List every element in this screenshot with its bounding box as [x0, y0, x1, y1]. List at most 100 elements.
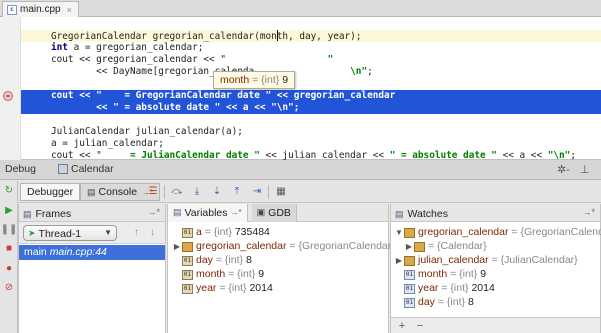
var-name: month [196, 268, 226, 280]
var-type: = {int} [437, 296, 466, 308]
pause-icon[interactable]: ❚❚ [1, 224, 18, 236]
thread-selector[interactable]: ➤ Thread-1 ▼ [23, 225, 117, 241]
thread-selector-label: Thread-1 [38, 227, 82, 240]
run-to-cursor-icon[interactable]: ⇥ [250, 185, 264, 199]
tree-row[interactable]: ▶ gregorian_calendar = {GregorianCalendar… [172, 240, 395, 253]
variables-pin-icon[interactable]: →* [231, 208, 242, 217]
var-type: = {GregorianCalenda [511, 226, 601, 238]
stop-icon[interactable]: ■ [3, 243, 15, 255]
var-type: = {Calendar} [428, 240, 487, 252]
breakpoint-icon[interactable] [3, 91, 13, 101]
editor-tab-label: main.cpp [20, 4, 61, 15]
tab-debugger[interactable]: Debugger [20, 183, 81, 201]
code-token: ; [367, 66, 373, 77]
debugger-tabs-row: Debugger ▤ Console →* ☰ ⤼ ⤓ ⇣ ⤒ ⇥ ▦ [18, 181, 601, 203]
tooltip-var-value: 9 [282, 74, 289, 86]
editor-tab-main-cpp[interactable]: c main.cpp × [2, 1, 79, 17]
hide-window-icon[interactable]: ⊥ [580, 163, 590, 176]
cpp-file-icon: c [7, 4, 17, 15]
show-execution-point-icon[interactable]: ☰ [146, 185, 160, 199]
thread-bar: ➤ Thread-1 ▼ ↑ ↓ [19, 222, 165, 244]
var-value: 735484 [234, 226, 270, 238]
tab-gdb[interactable]: ▣ GDB [251, 203, 297, 222]
frames-header: ▤ Frames →* [19, 204, 165, 222]
thread-icon: ➤ [28, 228, 36, 238]
code-line[interactable]: JulianCalendar julian_calendar(a); [21, 126, 601, 138]
expand-arrow-icon[interactable]: ▶ [172, 240, 182, 253]
evaluate-expression-icon[interactable]: ▦ [274, 185, 288, 199]
tree-row[interactable]: 01 day = {int} 8 [172, 254, 252, 267]
code-line[interactable]: a = julian_calendar; [21, 138, 601, 150]
code-token: a = julian_calendar; [51, 138, 164, 149]
tree-row[interactable]: 01 day = {int} 8 [394, 296, 474, 309]
tree-row[interactable]: 01 month = {int} 9 [394, 268, 486, 281]
code-line[interactable]: int a = gregorian_calendar; [21, 42, 601, 54]
tooltip-var-type: = {int} [252, 74, 280, 86]
object-field-icon [404, 255, 415, 266]
code-line[interactable] [21, 114, 601, 126]
add-watch-button[interactable]: + [395, 319, 409, 333]
rerun-icon[interactable]: ↻ [3, 185, 15, 197]
tree-row[interactable]: 01 year = {int} 2014 [172, 282, 273, 295]
watch-icon: 01 [404, 297, 415, 308]
step-out-icon[interactable]: ⤒ [230, 185, 244, 199]
resume-icon[interactable]: ▶ [3, 205, 15, 217]
frame-row[interactable]: main main.cpp:44 [19, 245, 165, 260]
code-area[interactable]: GregorianCalendar gregorian_calendar(mon… [21, 17, 601, 161]
tree-row[interactable]: ▼ gregorian_calendar = {GregorianCalenda [394, 226, 601, 239]
tree-row[interactable]: 01 a = {int} 735484 [172, 226, 270, 239]
tree-row[interactable]: ▶ julian_calendar = {JulianCalendar} [394, 254, 578, 267]
step-into-icon[interactable]: ⤓ [190, 185, 204, 199]
gear-icon[interactable]: ✲- [557, 163, 570, 176]
run-configuration[interactable]: Calendar [58, 163, 114, 175]
view-breakpoints-icon[interactable]: ● [3, 263, 15, 275]
code-token: \n" [350, 66, 368, 77]
code-line[interactable]: cout << gregorian_calendar << " " [21, 54, 601, 66]
close-tab-icon[interactable]: × [67, 5, 72, 15]
tree-row[interactable]: 01 month = {int} 9 [172, 268, 264, 281]
var-type: = {int} [215, 254, 244, 266]
collapse-arrow-icon[interactable]: ▼ [394, 226, 404, 239]
watches-pin-icon[interactable]: →* [582, 207, 595, 217]
code-editor[interactable]: GregorianCalendar gregorian_calendar(mon… [0, 17, 601, 161]
code-line[interactable]: cout << " = GregorianCalendar date " << … [21, 90, 601, 102]
var-value: 2014 [249, 282, 273, 294]
previous-frame-icon[interactable]: ↑ [131, 227, 142, 238]
toolbar-separator [164, 185, 165, 199]
code-line[interactable] [21, 78, 601, 90]
tab-variables[interactable]: ▤ Variables →* [168, 203, 248, 222]
watch-icon: 01 [404, 283, 415, 294]
watches-title: Watches [407, 208, 448, 220]
code-token: th, day, year); [276, 31, 362, 42]
code-token: JulianCalendar julian_calendar(a); [51, 126, 243, 137]
frame-location: main.cpp:44 [49, 246, 107, 258]
watches-icon: ▤ [395, 208, 404, 219]
watches-toolbar: + − [391, 317, 600, 333]
object-field-icon [182, 241, 193, 252]
toolbar-separator [268, 185, 269, 199]
code-token: cout << gregorian_calendar << " [51, 54, 226, 65]
watches-header: ▤ Watches →* [391, 204, 600, 222]
tab-console-label: Console [98, 186, 138, 198]
expand-arrow-icon[interactable]: ▶ [394, 254, 404, 267]
step-over-icon[interactable]: ⤼ [170, 185, 184, 199]
var-name: a [196, 226, 202, 238]
primitive-field-icon: 01 [182, 269, 193, 280]
code-line[interactable]: GregorianCalendar gregorian_calendar(mon… [21, 30, 601, 42]
code-line[interactable]: << " = absolute date " << a << "\n"; [21, 102, 601, 114]
var-name: julian_calendar [418, 254, 489, 266]
code-token: a = gregorian_calendar; [67, 42, 204, 53]
variables-title: Variables [184, 206, 228, 219]
frames-pin-icon[interactable]: →* [147, 207, 160, 217]
mute-breakpoints-icon[interactable]: ⊘ [3, 282, 15, 294]
remove-watch-button[interactable]: − [413, 319, 427, 333]
code-line[interactable]: << DayName[gregorian_calenda \n"; [21, 66, 601, 78]
configuration-icon [58, 164, 68, 174]
tree-row[interactable]: ▶ = {Calendar} [404, 240, 487, 253]
tree-row[interactable]: 01 year = {int} 2014 [394, 282, 495, 295]
expand-arrow-icon[interactable]: ▶ [404, 240, 414, 253]
next-frame-icon[interactable]: ↓ [147, 227, 158, 238]
editor-gutter[interactable] [0, 17, 21, 160]
force-step-into-icon[interactable]: ⇣ [210, 185, 224, 199]
